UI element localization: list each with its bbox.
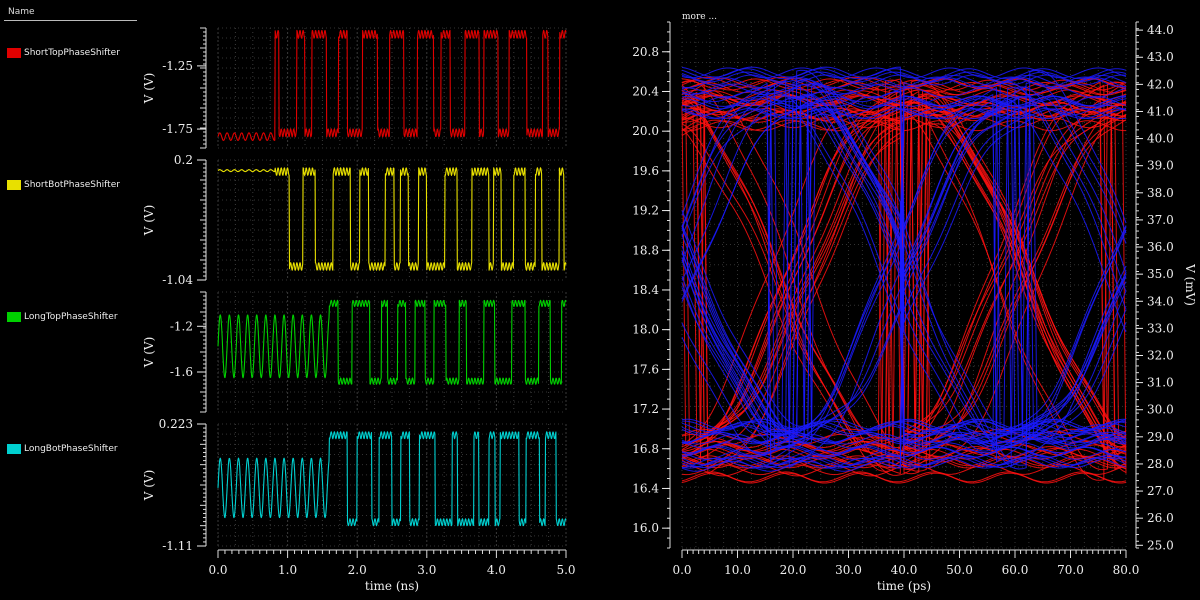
y-tick-label: 0.2 [174,153,193,167]
y-axis-label: V (V) [142,470,156,502]
x-tick-label: 2.0 [348,563,367,577]
y-tick-label-left: 20.4 [632,84,659,98]
y-tick-label-right: 30.0 [1147,403,1174,417]
y-tick-label-right: 42.0 [1147,77,1174,91]
y-tick-label-left: 17.2 [632,402,659,416]
y-tick-label-right: 40.0 [1147,132,1174,146]
chart-canvas: -1.25 -1.75 V (V) 0.2 -1.04 V (V) -1.2 -1.6 V (V… [142,12,1197,593]
y-tick-label-left: 16.8 [632,442,659,456]
y-tick-label-right: 25.0 [1147,538,1174,552]
y-axis-label: V (V) [142,337,156,369]
y-tick-label-left: 19.2 [632,204,659,218]
y-tick-label: -1.11 [162,539,193,553]
x-tick-label: 4.0 [487,563,506,577]
y-tick-label-right: 28.0 [1147,457,1174,471]
y-tick-label: -1.6 [170,365,193,379]
y-axis-label: V (V) [142,205,156,237]
x-tick-label: 80.0 [1113,563,1140,577]
y-tick-label-right: 34.0 [1147,294,1174,308]
series-line-ShortTopPhaseShifter [217,29,567,141]
x-tick-label: 0.0 [672,563,691,577]
eye-diagram: more ... 16.0 16.4 16.8 17.2 17.6 18.0 18.4 18.8… [632,12,1197,593]
y-tick-label: -1.25 [162,59,193,73]
y-tick-label-right: 27.0 [1147,484,1174,498]
panel-1: 0.2 -1.04 V (V) [142,153,567,287]
y-tick-label-left: 18.0 [632,323,659,337]
y-tick-label: -1.2 [170,319,193,333]
x-tick-label: 5.0 [556,563,575,577]
y-tick-label: -1.04 [162,273,193,287]
y-axis-label: V (V) [142,73,156,105]
y-tick-label-right: 35.0 [1147,267,1174,281]
panel-0: -1.25 -1.75 V (V) [142,27,567,149]
y-axis-label-right: V (mV) [1183,263,1197,306]
panel-3: 0.223 -1.11 V (V) [142,417,567,553]
y-tick-label-right: 29.0 [1147,430,1174,444]
y-tick-label-right: 44.0 [1147,23,1174,37]
y-tick-label-left: 20.0 [632,124,659,138]
y-tick-label-right: 41.0 [1147,104,1174,118]
series-line-LongBotPhaseShifter [217,431,567,527]
y-tick-label-left: 18.8 [632,243,659,257]
x-tick-label: 30.0 [835,563,862,577]
eye-series-1 [681,66,1127,472]
x-tick-label: 0.0 [208,563,227,577]
y-tick-label-left: 19.6 [632,164,659,178]
y-tick-label-right: 36.0 [1147,240,1174,254]
y-tick-label: -1.75 [162,122,193,136]
panel-2: -1.2 -1.6 V (V) [142,291,567,413]
x-tick-label: 1.0 [278,563,297,577]
y-tick-label-right: 38.0 [1147,186,1174,200]
x-tick-label: 70.0 [1057,563,1084,577]
y-tick-label-left: 16.0 [632,521,659,535]
series-line-ShortBotPhaseShifter [217,167,567,271]
y-tick-label-right: 37.0 [1147,213,1174,227]
y-tick-label-right: 33.0 [1147,321,1174,335]
y-tick-label: 0.223 [159,417,193,431]
y-tick-label-left: 16.4 [632,481,659,495]
y-tick-label-left: 18.4 [632,283,659,297]
y-tick-label-right: 32.0 [1147,348,1174,362]
x-tick-label: 10.0 [724,563,751,577]
x-tick-label: 3.0 [417,563,436,577]
y-tick-label-left: 20.8 [632,45,659,59]
x-tick-label: 20.0 [780,563,807,577]
x-axis-label: time (ns) [365,579,419,593]
y-tick-label-left: 17.6 [632,362,659,376]
y-tick-label-right: 43.0 [1147,50,1174,64]
chart-title: more ... [682,12,717,22]
x-tick-label: 60.0 [1002,563,1029,577]
x-tick-label: 40.0 [891,563,918,577]
y-tick-label-right: 26.0 [1147,511,1174,525]
x-axis-label: time (ps) [877,579,931,593]
y-tick-label-right: 39.0 [1147,159,1174,173]
y-tick-label-right: 31.0 [1147,376,1174,390]
x-tick-label: 50.0 [946,563,973,577]
